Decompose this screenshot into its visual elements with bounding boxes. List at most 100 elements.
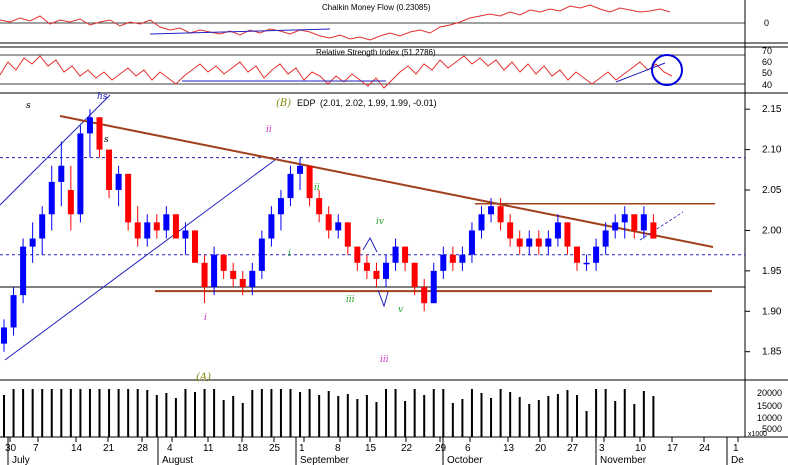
volume-bar: [308, 389, 311, 437]
date-tick-label: 29: [435, 443, 447, 454]
candle-body: [325, 214, 332, 231]
candle-body: [134, 222, 141, 239]
volume-bar: [442, 389, 445, 437]
date-tick-label: 13: [503, 443, 515, 454]
volume-bar: [461, 399, 464, 437]
chaikin-title: Chaikin Money Flow (0.23085): [322, 3, 431, 12]
volume-bar: [423, 395, 426, 437]
volume-bar: [98, 389, 101, 437]
date-tick-label: 25: [269, 443, 281, 454]
date-tick-label: 24: [699, 443, 711, 454]
wave-label-v: v: [398, 305, 403, 315]
date-tick-label: 8: [335, 443, 341, 454]
candle-body: [363, 262, 370, 271]
candle-body: [48, 181, 55, 215]
date-tick-label: 28: [137, 443, 149, 454]
candle-body: [201, 262, 208, 288]
candle-body: [516, 238, 523, 247]
volume-bar: [3, 395, 5, 437]
candle-body: [192, 230, 198, 263]
volume-bar: [385, 389, 387, 437]
candle-body: [650, 222, 657, 239]
volume-bar: [203, 389, 206, 437]
volume-bar: [279, 389, 282, 437]
candle-body: [239, 278, 246, 288]
candle-body: [583, 262, 590, 265]
volume-bar: [346, 394, 349, 437]
stock-chart: Chaikin Money Flow (0.23085) 0 Relative …: [0, 0, 788, 465]
wave-label-s2: s: [104, 135, 109, 145]
candle-body: [144, 222, 151, 239]
candle-body: [172, 214, 179, 239]
candle-body: [220, 254, 227, 271]
candle-body: [449, 254, 456, 263]
candle-body: [631, 214, 638, 231]
volume-bar: [652, 396, 655, 437]
ohlc-readout: (2.01, 2.02, 1.99, 1.99, -0.01): [320, 98, 437, 108]
candle-body: [564, 222, 571, 247]
volume-bar: [155, 395, 158, 437]
rsi-tick-70: 70: [762, 46, 772, 56]
date-tick-label: 18: [237, 443, 249, 454]
volume-bar: [31, 389, 34, 437]
volume-bar: [356, 399, 359, 437]
volume-bar: [88, 389, 91, 437]
candle-body: [526, 238, 533, 247]
volume-bar: [537, 400, 540, 437]
wave-label-iii-green: iii: [346, 295, 355, 305]
candle-body: [440, 254, 447, 271]
candle-body: [593, 246, 600, 263]
candle: [125, 173, 132, 231]
candle-body: [306, 165, 313, 199]
candle-body: [153, 222, 160, 231]
volume-bar: [165, 393, 168, 437]
volume-bar: [184, 389, 187, 437]
candle-body: [211, 254, 218, 288]
volume-bar: [213, 389, 216, 437]
candle-body: [478, 214, 485, 231]
price-tick-label: 1.95: [762, 266, 782, 277]
candle-body: [402, 246, 409, 263]
candle-body: [354, 246, 361, 263]
volume-bar: [222, 400, 225, 437]
candle-body: [125, 173, 132, 223]
volume-bar: [576, 395, 578, 437]
wave-label-ii-top: ii: [266, 125, 272, 135]
candle-body: [297, 165, 304, 174]
price-tick-label: 2.00: [762, 225, 782, 236]
volume-bar: [614, 401, 617, 437]
date-tick-label: 4: [167, 443, 173, 454]
volume-bar: [318, 395, 321, 437]
volume-bar: [642, 391, 645, 437]
candle-body: [507, 222, 514, 239]
volume-bar: [194, 392, 196, 437]
price-tick-label: 2.05: [762, 185, 782, 196]
candle-body: [230, 270, 237, 279]
candle-body: [535, 238, 542, 247]
date-tick-label: 14: [71, 443, 83, 454]
volume-bar: [375, 402, 378, 437]
volume-bar: [50, 389, 53, 437]
volume-bar: [451, 403, 454, 437]
candle-body: [497, 206, 504, 223]
volume-bar: [470, 389, 473, 437]
rsi-tick-50: 50: [762, 68, 772, 78]
volume-bar: [289, 389, 292, 437]
volume-bar: [136, 389, 139, 437]
wave-label-i-green: i: [288, 249, 291, 259]
candle-body: [344, 222, 351, 247]
volume-bar: [79, 389, 82, 437]
month-label: De: [731, 455, 744, 465]
candle: [20, 238, 27, 304]
volume-bar: [623, 389, 626, 437]
candle-body: [1, 327, 7, 344]
candle-body: [268, 214, 275, 239]
wave-label-B: (B): [276, 98, 291, 109]
volume-bar: [365, 395, 368, 437]
price-tick-label: 1.85: [762, 347, 782, 358]
candle-body: [182, 230, 189, 239]
month-label: September: [300, 455, 350, 465]
candle-body: [602, 230, 609, 247]
instrument-label: EDP: [297, 98, 316, 108]
candle-body: [106, 149, 113, 191]
